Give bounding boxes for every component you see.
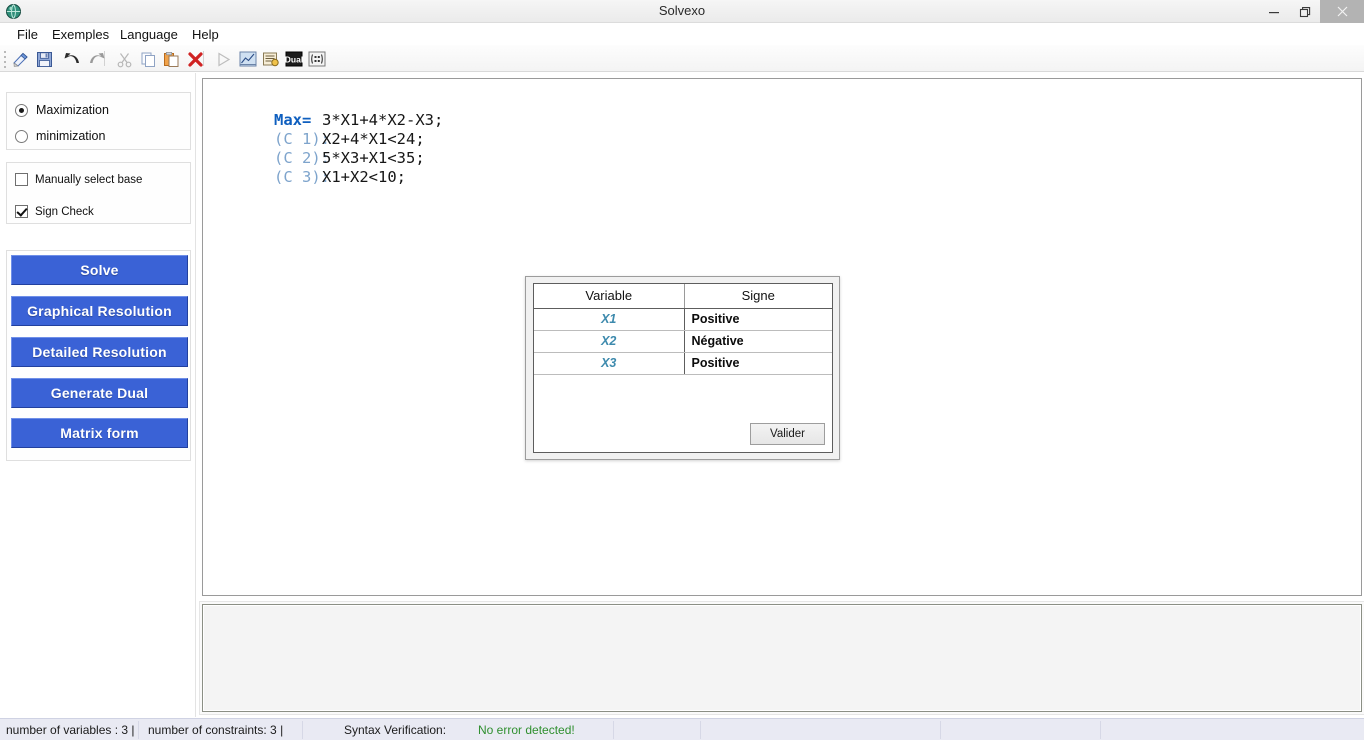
checkbox-sign-check-label: Sign Check <box>35 205 94 218</box>
menu-exemples[interactable]: Exemples <box>47 26 114 43</box>
window-controls <box>1258 0 1364 23</box>
detailed-resolution-icon[interactable] <box>260 48 282 70</box>
cell-variable: X2 <box>534 330 685 353</box>
status-variables-count: number of variables : 3 | <box>6 723 135 737</box>
objective-group: Maximization minimization <box>6 92 191 150</box>
output-panel[interactable] <box>202 604 1362 712</box>
window-title: Solvexo <box>658 3 706 18</box>
detailed-resolution-button[interactable]: Detailed Resolution <box>11 337 188 367</box>
status-bar: number of variables : 3 | number of cons… <box>0 718 1364 740</box>
minimize-icon[interactable] <box>1258 0 1289 23</box>
restore-icon[interactable] <box>1289 0 1320 23</box>
status-divider <box>940 721 941 739</box>
sidebar: Maximization minimization Manually selec… <box>0 73 196 717</box>
radio-maximization-label: Maximization <box>36 103 109 117</box>
paste-icon[interactable] <box>160 48 182 70</box>
column-header-variable: Variable <box>534 284 685 309</box>
status-divider <box>613 721 614 739</box>
menu-language[interactable]: Language <box>115 26 183 43</box>
valider-button[interactable]: Valider <box>750 423 825 445</box>
status-divider <box>138 721 139 739</box>
matrix-form-icon[interactable] <box>306 48 328 70</box>
table-row[interactable]: X1 Positive <box>534 308 832 331</box>
matrix-form-button[interactable]: Matrix form <box>11 418 188 448</box>
variable-sign-table: Variable Signe X1 Positive X2 Négative X… <box>534 284 832 375</box>
cell-variable: X3 <box>534 352 685 375</box>
delete-icon[interactable] <box>184 48 206 70</box>
menu-file[interactable]: File <box>12 26 43 43</box>
run-solve-icon[interactable] <box>212 48 234 70</box>
new-icon[interactable] <box>10 48 32 70</box>
cell-sign[interactable]: Positive <box>684 308 832 331</box>
checkbox-manually-select-base[interactable]: Manually select base <box>15 173 142 186</box>
checkbox-manually-select-base-label: Manually select base <box>35 173 143 186</box>
graphical-resolution-button[interactable]: Graphical Resolution <box>11 296 188 326</box>
toolbar: Dual <box>0 45 1364 72</box>
copy-icon[interactable] <box>137 48 159 70</box>
close-icon[interactable] <box>1320 0 1364 23</box>
menu-help[interactable]: Help <box>187 26 224 43</box>
radio-minimization[interactable]: minimization <box>15 129 105 143</box>
graphical-resolution-icon[interactable] <box>237 48 259 70</box>
svg-text:Dual: Dual <box>285 54 303 64</box>
table-header-row: Variable Signe <box>534 284 832 309</box>
table-row[interactable]: X2 Négative <box>534 330 832 353</box>
checkbox-sign-check[interactable]: Sign Check <box>15 205 94 218</box>
sign-check-dialog: Variable Signe X1 Positive X2 Négative X… <box>525 276 840 460</box>
generate-dual-button[interactable]: Generate Dual <box>11 378 188 408</box>
checkbox-checked-icon <box>15 205 28 218</box>
status-constraints-count: number of constraints: 3 | <box>148 723 284 737</box>
actions-group: Solve Graphical Resolution Detailed Reso… <box>6 250 191 461</box>
redo-icon[interactable] <box>85 48 107 70</box>
editor-line-tag: (C 3): <box>274 168 330 186</box>
toolbar-grip[interactable] <box>4 51 7 68</box>
column-header-signe: Signe <box>684 284 832 309</box>
save-icon[interactable] <box>33 48 55 70</box>
sign-check-dialog-body: Variable Signe X1 Positive X2 Négative X… <box>533 283 833 453</box>
cell-sign[interactable]: Positive <box>684 352 832 375</box>
table-row[interactable]: X3 Positive <box>534 352 832 375</box>
options-group: Manually select base Sign Check <box>6 162 191 224</box>
radio-maximization[interactable]: Maximization <box>15 103 109 117</box>
generate-dual-icon[interactable]: Dual <box>283 48 305 70</box>
status-divider <box>700 721 701 739</box>
cell-sign[interactable]: Négative <box>684 330 832 353</box>
status-divider <box>1100 721 1101 739</box>
status-syntax-label: Syntax Verification: <box>344 723 447 737</box>
menu-bar: File Exemples Language Help <box>0 23 1364 45</box>
radio-minimization-label: minimization <box>36 129 106 143</box>
status-syntax-result: No error detected! <box>478 723 575 737</box>
radio-selected-icon <box>15 103 28 117</box>
radio-unselected-icon <box>15 129 28 143</box>
title-bar: Solvexo <box>0 0 1364 23</box>
solve-button[interactable]: Solve <box>11 255 188 285</box>
cut-icon[interactable] <box>113 48 135 70</box>
status-divider <box>302 721 303 739</box>
checkbox-unchecked-icon <box>15 173 28 186</box>
editor-line-code: X1+X2<10; <box>322 168 406 186</box>
undo-icon[interactable] <box>62 48 84 70</box>
cell-variable: X1 <box>534 308 685 331</box>
